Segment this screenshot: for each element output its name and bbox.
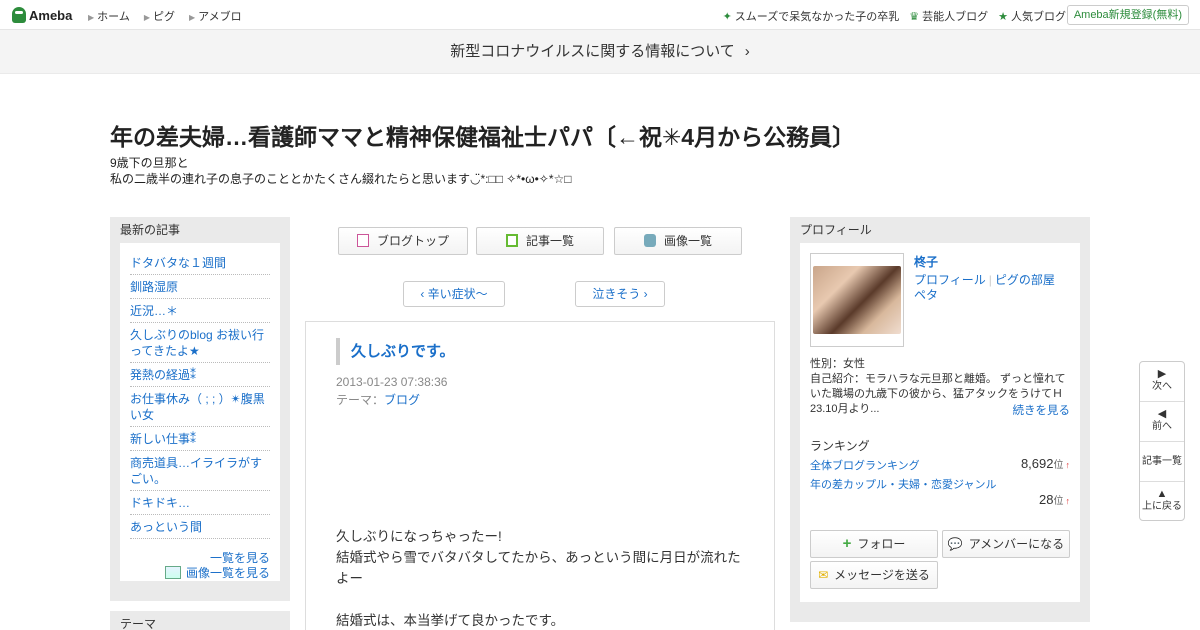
latest-entry-link[interactable]: 久しぶりのblog お祓い行ってきたよ★ [130, 323, 270, 363]
blog-title[interactable]: 年の差夫婦…看護師ママと精神保健福祉士パパ〔←祝✳︎4月から公務員〕 [110, 118, 855, 152]
documents-icon [505, 234, 518, 247]
latest-entry-link[interactable]: 商売道具…イライラがすごい。 [130, 451, 270, 491]
latest-entry-link[interactable]: ドタバタな１週間 [130, 251, 270, 275]
latest-entry-link[interactable]: ドキドキ… [130, 491, 270, 515]
profile-gender: 性別：女性 [810, 358, 865, 370]
follow-button[interactable]: + フォロー [810, 530, 938, 558]
nav-ameblo[interactable]: ▶ アメブロ [189, 8, 242, 24]
link-celebrity-blogs[interactable]: ♛ 芸能人ブログ [909, 8, 988, 24]
register-button[interactable]: Ameba新規登録(無料) [1066, 5, 1189, 25]
profile-links: プロフィール | ピグの部屋 ペタ [914, 273, 1055, 303]
theme-heading: テーマ [120, 617, 157, 630]
latest-entry-link[interactable]: あっという間 [130, 515, 270, 539]
tab-entry-list[interactable]: 記事一覧 [476, 227, 604, 255]
header-links: ✦ スムーズで呆気なかった子の卒乳 ♛ 芸能人ブログ ★ 人気ブログ [723, 8, 1066, 24]
profile-heading: プロフィール [800, 223, 872, 237]
plus-icon: + [842, 535, 852, 552]
divider: | [988, 273, 992, 287]
body-paragraph: 結婚式は、本当挙げて良かったです。 [336, 613, 565, 628]
article: 久しぶりです。 2013-01-23 07:38:36 テーマ：ブログ 久しぶり… [305, 321, 775, 630]
view-all-images-link[interactable]: 画像一覧を見る [130, 566, 270, 581]
global-header: Ameba ▶ ホーム ▶ ピグ ▶ アメブロ ✦ スムーズで呆気なかった子の卒乳 ♛ 芸… [0, 0, 1200, 30]
ranking-genre-link[interactable]: 年の差カップル・夫婦・恋愛ジャンル [810, 476, 1070, 492]
triangle-left-icon: ◀ [1157, 408, 1167, 420]
rank-up-icon: ↑ [1065, 496, 1071, 506]
profile-card: 柊子 プロフィール | ピグの部屋 ペタ 性別：女性 自己紹介：モラハラな元旦那と離… [800, 243, 1080, 602]
entry-date: 2013-01-23 07:38:36 [336, 375, 448, 389]
float-next-button[interactable]: ▶ 次へ [1140, 362, 1184, 402]
avatar-photo [813, 266, 901, 334]
blog-page-icon [356, 234, 369, 247]
caret-icon: ▶ [88, 13, 95, 22]
body-paragraph: 結婚式やら雪でバタバタしてたから、あっという間に月日が流れたよー [336, 550, 741, 586]
sparkle-icon: ✦ [722, 11, 732, 23]
chevron-right-icon: › [744, 43, 750, 60]
send-message-button[interactable]: ✉ メッセージを送る [810, 561, 938, 589]
caret-icon: ▶ [143, 13, 150, 22]
peta-link[interactable]: ペタ [914, 288, 1055, 303]
float-prev-button[interactable]: ◀ 前へ [1140, 402, 1184, 442]
latest-entry-link[interactable]: 近況…＊ [130, 299, 270, 323]
triangle-up-icon: ▲ [1156, 488, 1168, 500]
rank-up-icon: ↑ [1065, 460, 1071, 470]
view-all-entries-link[interactable]: 一覧を見る [130, 551, 270, 566]
latest-entries-list: ドタバタな１週間 釧路湿原 近況…＊ 久しぶりのblog お祓い行ってきたよ★ … [120, 243, 280, 581]
pigg-room-link[interactable]: ピグの部屋 [995, 273, 1055, 287]
star-icon: ★ [998, 11, 1008, 23]
ranking-genre-value: 28位 ↑ [1039, 492, 1070, 507]
ameba-logo-icon [12, 7, 26, 23]
triangle-right-icon: ▶ [1157, 368, 1167, 380]
logo-text: Ameba [29, 7, 73, 23]
entry-theme: テーマ：ブログ [336, 393, 421, 407]
latest-entry-link[interactable]: 新しい仕事⁑ [130, 427, 270, 451]
caret-icon: ▶ [188, 13, 196, 22]
link-popular-blogs[interactable]: ★ 人気ブログ [998, 8, 1066, 24]
entry-title[interactable]: 久しぶりです。 [336, 338, 455, 365]
ranking-overall-value: 8,692位 ↑ [1020, 456, 1071, 471]
next-entry-button[interactable]: 泣きそう › [575, 281, 665, 307]
ranking-heading: ランキング [810, 439, 870, 453]
ameba-logo[interactable]: Ameba [12, 6, 72, 24]
envelope-icon: ✉ [818, 568, 829, 582]
avatar[interactable] [810, 253, 904, 347]
blog-description: 9歳下の旦那と 私の二歳半の連れ子の息子のこととかたくさん綴れたらと思います◡̈… [110, 155, 572, 187]
nav-home[interactable]: ▶ ホーム [88, 8, 130, 24]
read-more-link[interactable]: 続きを見る [1013, 402, 1071, 418]
entry-body: 久しぶりになっちゃったー! 結婚式やら雪でバタバタしてたから、あっという間に月日… [336, 526, 746, 630]
latest-entry-link[interactable]: 釧路湿原 [130, 275, 270, 299]
blog-desc-line: 9歳下の旦那と [110, 156, 189, 170]
profile-link[interactable]: プロフィール [914, 273, 986, 287]
profile-panel: プロフィール 柊子 プロフィール | ピグの部屋 ペタ 性別：女性 自己紹介：モラハ… [790, 217, 1090, 622]
speech-bubble-icon: 💬 [947, 537, 963, 551]
latest-entry-link[interactable]: お仕事休み（ ; ; ）✴︎腹黒い女 [130, 387, 270, 427]
nav-pigg[interactable]: ▶ ピグ [144, 8, 175, 24]
header-nav: ▶ ホーム ▶ ピグ ▶ アメブロ [88, 8, 242, 24]
prev-entry-button[interactable]: ‹ 辛い症状～ [403, 281, 505, 307]
amember-button[interactable]: 💬 アメンバーになる [942, 530, 1070, 558]
camera-icon [643, 234, 656, 247]
float-back-to-top-button[interactable]: ▲ 上に戻る [1140, 482, 1184, 522]
theme-panel: テーマ [110, 611, 290, 630]
blog-desc-line: 私の二歳半の連れ子の息子のこととかたくさん綴れたらと思います◡̈*:□□ ✧*•… [110, 172, 572, 186]
floating-entry-nav: ▶ 次へ ◀ 前へ 記事一覧 ▲ 上に戻る [1139, 361, 1185, 521]
tab-blog-top[interactable]: ブログトップ [338, 227, 468, 255]
crown-icon: ♛ [909, 11, 920, 23]
covid-info-banner[interactable]: 新型コロナウイルスに関する情報について › [0, 30, 1200, 74]
latest-entry-link[interactable]: 発熱の経過⁑ [130, 363, 270, 387]
latest-entries-panel: 最新の記事 ドタバタな１週間 釧路湿原 近況…＊ 久しぶりのblog お祓い行っ… [110, 217, 290, 601]
image-icon [164, 566, 181, 579]
tab-image-list[interactable]: 画像一覧 [614, 227, 742, 255]
float-entry-list-button[interactable]: 記事一覧 [1140, 442, 1184, 482]
profile-name[interactable]: 柊子 [914, 253, 938, 270]
banner-text: 新型コロナウイルスに関する情報について [450, 43, 735, 60]
link-trending-topic[interactable]: ✦ スムーズで呆気なかった子の卒乳 [723, 8, 900, 24]
entry-theme-link[interactable]: ブログ [384, 393, 420, 407]
body-paragraph: 久しぶりになっちゃったー! [336, 529, 502, 544]
latest-entries-heading: 最新の記事 [120, 223, 181, 237]
